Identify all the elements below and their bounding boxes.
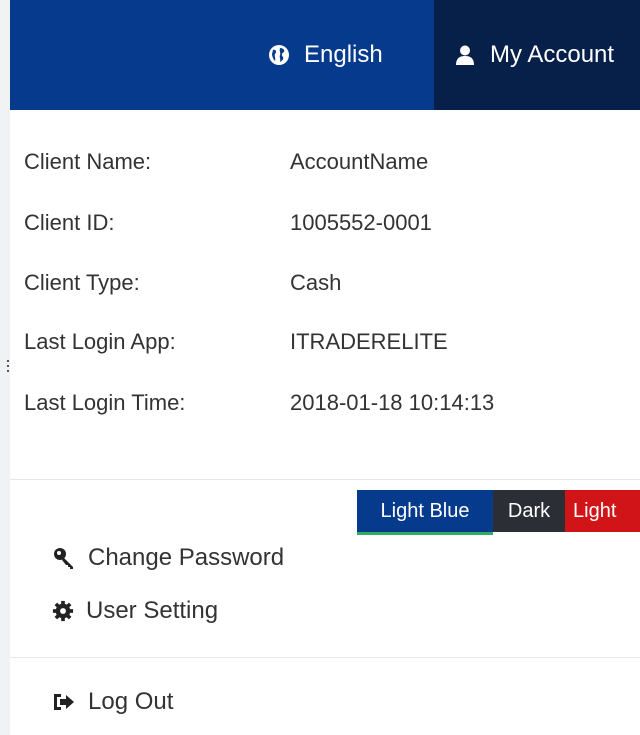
strip-dot	[7, 370, 9, 372]
strip-dot	[7, 360, 9, 362]
client-name-row: Client Name: AccountName	[24, 145, 428, 179]
client-name-value: AccountName	[290, 149, 429, 174]
globe-icon	[269, 45, 289, 65]
account-dropdown-panel	[10, 110, 640, 735]
strip-dot	[7, 365, 9, 367]
divider	[10, 479, 640, 480]
last-login-app-label: Last Login App:	[24, 329, 176, 354]
key-icon	[54, 548, 73, 569]
user-setting-label: User Setting	[86, 597, 219, 624]
last-login-time-value: 2018-01-18 10:14:13	[290, 390, 495, 415]
gear-icon	[52, 600, 74, 622]
divider	[10, 657, 640, 658]
client-id-value: 1005552-0001	[290, 210, 432, 235]
my-account-menu[interactable]: My Account	[434, 0, 640, 110]
client-type-value: Cash	[290, 270, 342, 295]
theme-light-blue-button[interactable]: Light Blue	[357, 490, 493, 535]
client-id-row: Client ID: 1005552-0001	[24, 206, 432, 240]
language-menu[interactable]: English	[268, 0, 418, 110]
my-account-label: My Account	[490, 41, 615, 68]
change-password-label: Change Password	[88, 544, 285, 571]
top-nav-bar: English My Account	[10, 0, 640, 110]
last-login-app-value: ITRADERELITE	[290, 329, 448, 354]
theme-light-button[interactable]: Light	[565, 490, 640, 532]
language-label: English	[304, 41, 383, 68]
change-password-item[interactable]: Change Password	[52, 544, 284, 572]
last-login-app-row: Last Login App: ITRADERELITE	[24, 325, 448, 359]
last-login-time-row: Last Login Time: 2018-01-18 10:14:13	[24, 386, 494, 420]
user-icon	[456, 45, 474, 65]
theme-selector: Light Blue Dark Light	[357, 490, 640, 535]
left-strip	[0, 0, 10, 735]
client-id-label: Client ID:	[24, 210, 115, 235]
client-type-row: Client Type: Cash	[24, 266, 341, 300]
user-setting-item[interactable]: User Setting	[52, 597, 218, 625]
log-out-item[interactable]: Log Out	[52, 688, 173, 716]
client-type-label: Client Type:	[24, 270, 140, 295]
log-out-label: Log Out	[88, 688, 174, 715]
client-name-label: Client Name:	[24, 149, 152, 174]
last-login-time-label: Last Login Time:	[24, 390, 186, 415]
theme-dark-button[interactable]: Dark	[493, 490, 565, 532]
sign-out-icon	[54, 694, 74, 710]
